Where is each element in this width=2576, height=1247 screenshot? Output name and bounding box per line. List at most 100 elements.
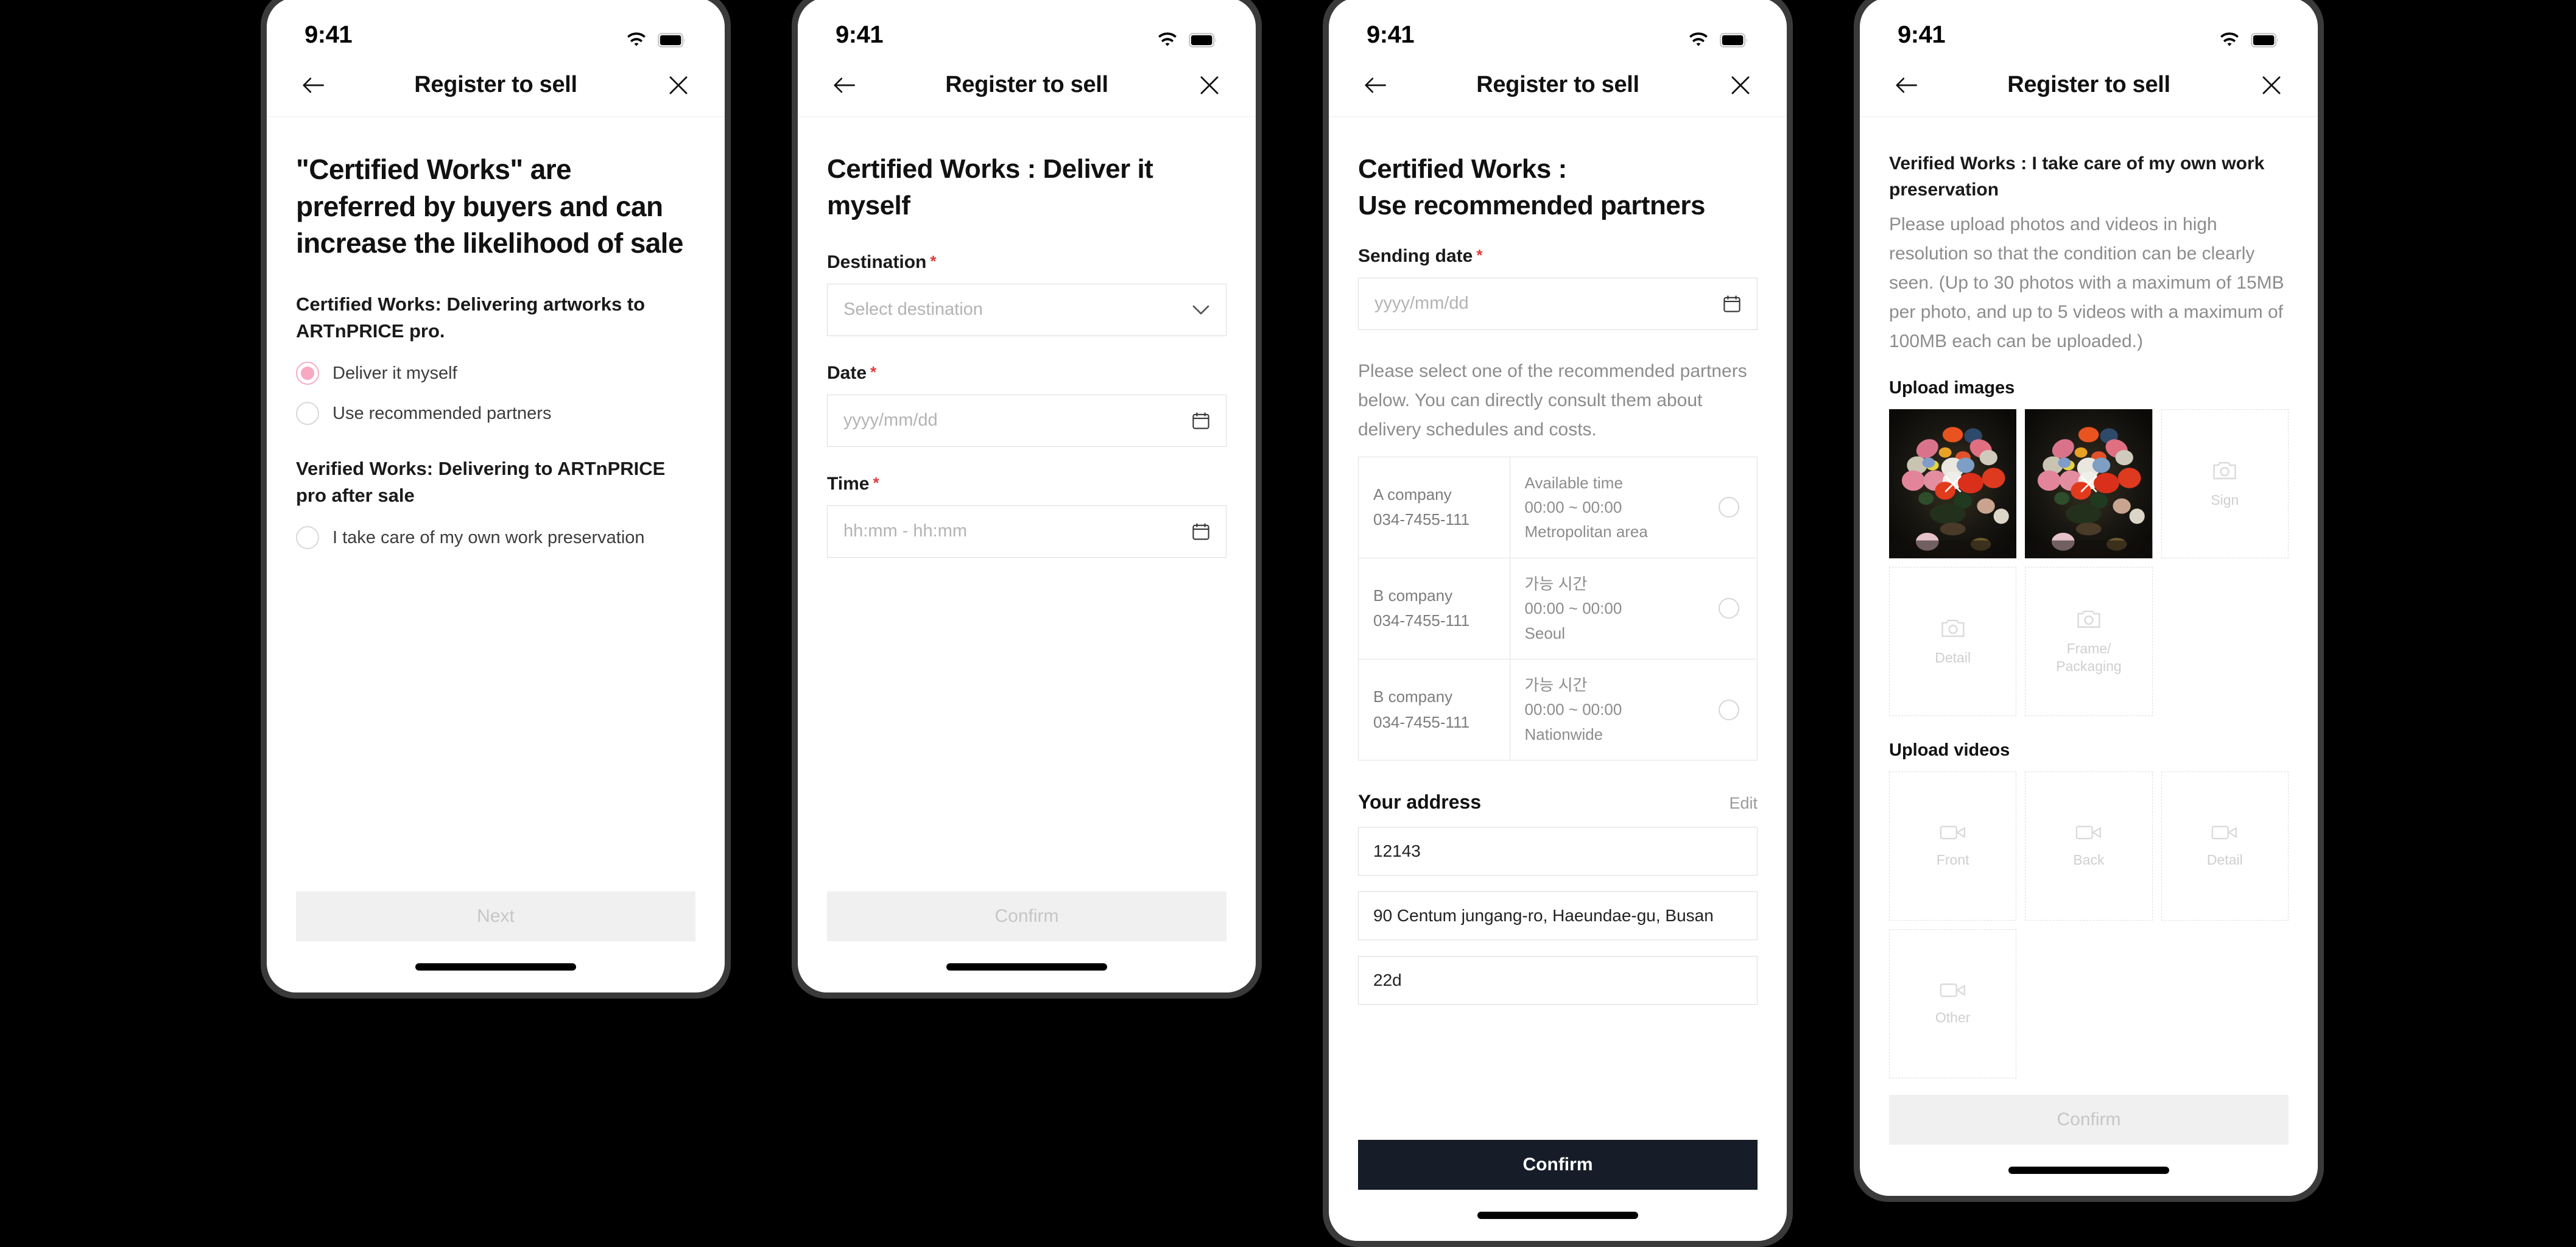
partner-row[interactable]: B company 034-7455-111 가능 시간 00:00 ~ 00:… <box>1359 659 1757 760</box>
partner-select-cell[interactable] <box>1701 558 1757 659</box>
video-camera-icon <box>2075 823 2102 846</box>
status-bar-time: 9:41 <box>1898 21 1946 48</box>
next-button[interactable]: Next <box>296 891 695 941</box>
edit-address-button[interactable]: Edit <box>1729 794 1758 813</box>
wifi-icon <box>625 32 648 49</box>
certified-works-group-label: Certified Works: Delivering artworks to … <box>296 293 646 342</box>
radio-option-own-preservation[interactable]: I take care of my own work preservation <box>296 518 695 558</box>
upload-video-slot-back[interactable]: Back <box>2025 771 2153 921</box>
back-button[interactable] <box>827 68 861 102</box>
calendar-icon[interactable] <box>1192 412 1210 430</box>
date-input[interactable]: yyyy/mm/dd <box>827 394 1226 447</box>
video-camera-icon <box>1940 981 1966 1003</box>
partner-row[interactable]: B company 034-7455-111 가능 시간 00:00 ~ 00:… <box>1359 558 1757 659</box>
wifi-icon <box>1687 32 1710 49</box>
field-label-text: Date <box>827 362 867 383</box>
partner-radio[interactable] <box>1719 497 1739 518</box>
partner-select-cell[interactable] <box>1701 457 1757 558</box>
partner-radio[interactable] <box>1719 699 1739 720</box>
home-indicator[interactable] <box>2008 1167 2169 1174</box>
hero-heading-line-1: Certified Works : <box>1358 154 1567 184</box>
sending-date-input[interactable]: yyyy/mm/dd <box>1358 277 1758 330</box>
close-button[interactable] <box>661 68 695 102</box>
status-bar: 9:41 <box>267 0 725 54</box>
arrow-left-icon <box>1364 76 1386 94</box>
street-address-field[interactable]: 90 Centum jungang-ro, Haeundae-gu, Busan <box>1358 891 1758 941</box>
radio-indicator-selected[interactable] <box>296 362 319 385</box>
uploaded-image-thumbnail[interactable] <box>2025 409 2153 559</box>
radio-label: Use recommended partners <box>333 403 552 423</box>
nav-bar: Register to sell <box>798 54 1256 117</box>
destination-placeholder: Select destination <box>843 300 983 320</box>
home-indicator[interactable] <box>415 963 576 971</box>
partner-radio[interactable] <box>1719 598 1739 619</box>
back-button[interactable] <box>296 68 330 102</box>
field-label-text: Time <box>827 473 870 494</box>
upload-images-title: Upload images <box>1889 378 2015 398</box>
uploaded-image-thumbnail[interactable] <box>1889 409 2017 559</box>
screen-3-body: Certified Works : Use recommended partne… <box>1329 117 1787 1140</box>
partner-hours: 00:00 ~ 00:00 <box>1524 700 1622 719</box>
radio-option-deliver-myself[interactable]: Deliver it myself <box>296 353 695 393</box>
hero-heading: Verified Works : I take care of my own w… <box>1889 153 2265 200</box>
time-input[interactable]: hh:mm - hh:mm <box>827 505 1226 558</box>
partner-area: Metropolitan area <box>1524 522 1648 541</box>
home-indicator-area <box>1329 1190 1787 1241</box>
address-detail-field[interactable]: 22d <box>1358 956 1758 1005</box>
upload-slot-frame-packaging[interactable]: Frame/ Packaging <box>2025 567 2153 716</box>
upload-slot-sign[interactable]: Sign <box>2161 409 2289 559</box>
partner-phone: 034-7455-111 <box>1373 510 1470 529</box>
calendar-icon[interactable] <box>1192 522 1210 541</box>
confirm-button[interactable]: Confirm <box>1889 1095 2289 1145</box>
phone-2-screen: 9:41 Register to sell Certified Works : … <box>798 0 1256 992</box>
delete-image-icon[interactable] <box>1943 474 1963 494</box>
upload-slot-label: Detail <box>2206 852 2243 868</box>
page-title: Register to sell <box>945 72 1108 97</box>
upload-videos-grid: Front Back Detail Other <box>1889 771 2289 1078</box>
upload-video-slot-other[interactable]: Other <box>1889 929 2017 1078</box>
partner-row[interactable]: A company 034-7455-111 Available time 00… <box>1359 457 1757 558</box>
required-marker: * <box>930 251 937 270</box>
confirm-button[interactable]: Confirm <box>827 891 1226 941</box>
home-indicator[interactable] <box>1477 1212 1638 1219</box>
nav-bar: Register to sell <box>267 54 725 117</box>
date-placeholder: yyyy/mm/dd <box>843 410 938 430</box>
hero-heading-line-2: Use recommended partners <box>1358 190 1706 220</box>
screen-1-body: "Certified Works" are preferred by buyer… <box>267 117 725 891</box>
radio-option-recommended-partners[interactable]: Use recommended partners <box>296 393 695 434</box>
screen-4-body: Verified Works : I take care of my own w… <box>1860 117 2318 1095</box>
upload-slot-detail[interactable]: Detail <box>1889 567 2017 716</box>
upload-video-slot-detail[interactable]: Detail <box>2161 771 2289 921</box>
destination-select[interactable]: Select destination <box>827 283 1226 336</box>
home-indicator[interactable] <box>946 963 1107 971</box>
sending-date-field: Sending date * yyyy/mm/dd <box>1358 246 1758 330</box>
sending-date-placeholder: yyyy/mm/dd <box>1374 293 1469 314</box>
partner-name-cell: A company 034-7455-111 <box>1359 457 1510 558</box>
upload-slot-label: Sign <box>2211 491 2239 508</box>
phone-1-screen: 9:41 Register to sell "Certified Works" … <box>267 0 725 992</box>
delete-image-icon[interactable] <box>2078 474 2099 494</box>
date-field: Date * yyyy/mm/dd <box>827 363 1226 447</box>
partner-name: B company <box>1373 586 1453 605</box>
camera-icon <box>2212 459 2237 485</box>
radio-indicator[interactable] <box>296 526 319 550</box>
confirm-button[interactable]: Confirm <box>1358 1140 1758 1190</box>
back-button[interactable] <box>1889 68 1923 102</box>
close-button[interactable] <box>1192 68 1226 102</box>
calendar-icon[interactable] <box>1723 295 1741 313</box>
back-button[interactable] <box>1358 68 1392 102</box>
time-label: Time * <box>827 474 1226 494</box>
upload-video-slot-front[interactable]: Front <box>1889 771 2017 921</box>
address-section-header: Your address Edit <box>1358 791 1758 813</box>
partner-select-cell[interactable] <box>1701 659 1757 760</box>
close-button[interactable] <box>2254 68 2289 102</box>
postal-code-field[interactable]: 12143 <box>1358 827 1758 876</box>
radio-indicator[interactable] <box>296 402 319 426</box>
battery-full-icon <box>1189 32 1218 48</box>
close-button[interactable] <box>1723 68 1758 102</box>
destination-field: Destination * Select destination <box>827 252 1226 336</box>
close-icon <box>669 76 688 95</box>
screen-2-body: Certified Works : Deliver it myself Dest… <box>798 117 1256 891</box>
